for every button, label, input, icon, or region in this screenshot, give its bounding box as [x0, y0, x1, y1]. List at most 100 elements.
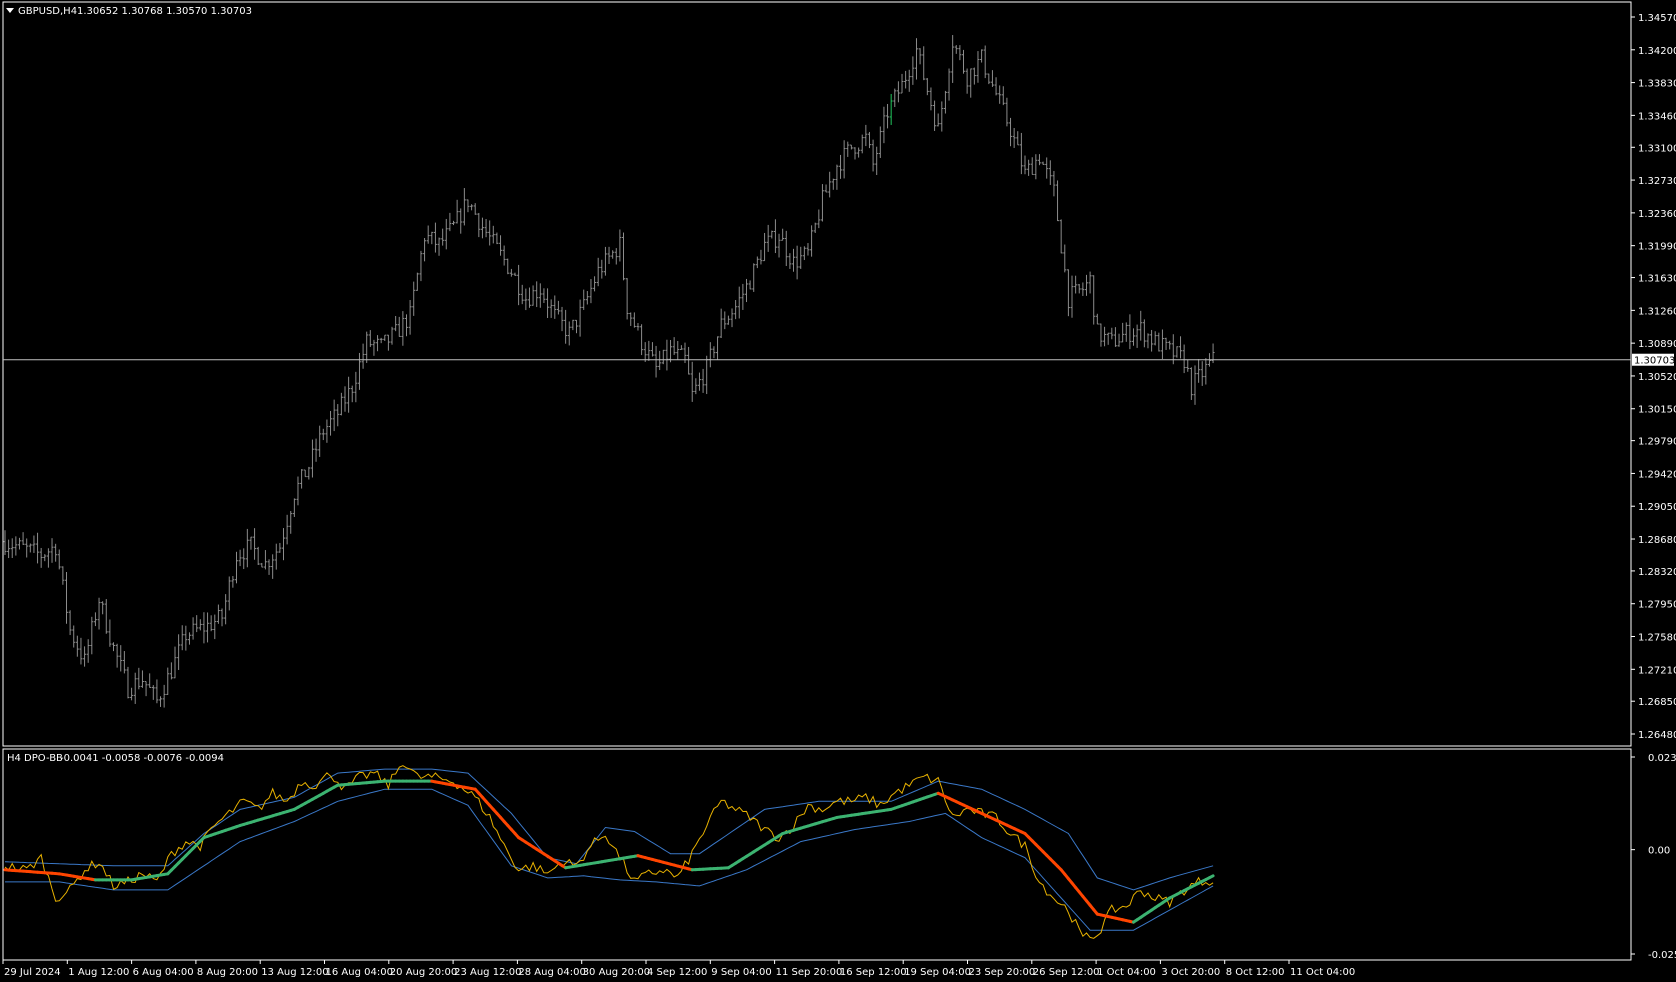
ohlc-bar [68, 610, 72, 636]
ohlc-bar [773, 219, 777, 254]
ohlc-bar [148, 673, 152, 688]
ohlc-bar [61, 566, 65, 585]
ohlc-bar [687, 346, 691, 375]
ohlc-bar [1197, 359, 1201, 383]
ohlc-bar [484, 218, 488, 238]
ohlc-bar [184, 625, 188, 651]
ohlc-bar [527, 287, 531, 308]
time-axis[interactable]: 29 Jul 2024 1 Aug 12:00 6 Aug 04:00 8 Aug 2… [2, 960, 1355, 978]
ohlc-bar [1117, 333, 1121, 347]
ohlc-bar [661, 349, 665, 365]
ohlc-bar [524, 288, 528, 311]
ohlc-bar [452, 220, 456, 226]
ohlc-bar [983, 45, 987, 79]
dropdown-triangle-icon[interactable] [6, 8, 14, 13]
ohlc-bar [202, 612, 206, 644]
ohlc-bar [1164, 337, 1168, 350]
indicator-scale[interactable]: 0.023 0.00 -0.0259 [1631, 753, 1676, 961]
ohlc-bar [433, 222, 437, 253]
ohlc-bar [857, 147, 861, 158]
ohlc-bar [889, 93, 893, 125]
ohlc-bar [517, 264, 521, 306]
time-tick-label: 26 Sep 12:00 [1033, 967, 1100, 978]
ohlc-bar [614, 248, 618, 265]
ohlc-bar [730, 308, 734, 328]
ohlc-bar [1139, 310, 1143, 341]
ohlc-bar [263, 550, 267, 570]
ohlc-bar [187, 632, 191, 645]
ohlc-bar [1088, 271, 1092, 294]
ohlc-bar [177, 634, 181, 670]
ohlc-bar [488, 220, 492, 246]
ohlc-bar [386, 334, 390, 351]
ohlc-bar [831, 178, 835, 190]
ohlc-bar [64, 571, 68, 624]
ohlc-bar [151, 685, 155, 700]
price-tick-label: 1.30520 [1638, 372, 1676, 383]
ohlc-bar [1135, 324, 1139, 348]
ohlc-bar [962, 49, 966, 74]
ohlc-bar [415, 272, 419, 291]
ohlc-bar [954, 45, 958, 54]
ohlc-bar [1001, 86, 1005, 106]
price-tick-label: 1.27580 [1638, 633, 1676, 644]
ohlc-bar [404, 314, 408, 337]
ohlc-bar [314, 438, 318, 462]
ohlc-bar [1063, 244, 1067, 273]
ohlc-bar [104, 599, 108, 634]
ohlc-bar [347, 376, 351, 413]
ohlc-bar [1059, 219, 1063, 254]
ohlc-bar [1168, 340, 1172, 350]
ohlc-bar [372, 339, 376, 356]
ohlc-bar [234, 551, 238, 584]
ohlc-bar [54, 543, 58, 562]
ohlc-bar [437, 237, 441, 256]
ohlc-bar [940, 101, 944, 132]
ohlc-bar [1037, 154, 1041, 166]
ohlc-bar [896, 81, 900, 103]
ohlc-bar [242, 548, 246, 570]
ohlc-bar [596, 257, 600, 287]
time-tick-label: 1 Aug 12:00 [68, 967, 129, 978]
ohlc-bar [781, 228, 785, 241]
ohlc-bar [209, 615, 213, 632]
ohlc-bar [412, 281, 416, 316]
ohlc-bar [752, 263, 756, 292]
ohlc-bar [911, 56, 915, 85]
ohlc-bar [126, 666, 130, 699]
ohlc-bar [162, 684, 166, 708]
price-tick-label: 1.30890 [1638, 339, 1676, 350]
ohlc-bar [376, 335, 380, 352]
ohlc-bar [795, 245, 799, 280]
ohlc-bar [39, 547, 43, 568]
ohlc-bar [191, 617, 195, 640]
ohlc-bar [712, 346, 716, 359]
indicator-tick-label: -0.0259 [1648, 950, 1676, 961]
ohlc-bar [419, 250, 423, 282]
time-tick-label: 28 Aug 04:00 [518, 967, 585, 978]
ohlc-bar [777, 233, 781, 258]
ohlc-bar [159, 696, 163, 707]
ohlc-bar [455, 199, 459, 224]
ohlc-bar [216, 604, 220, 624]
ohlc-bar [564, 309, 568, 344]
ohlc-bar [166, 667, 170, 695]
trading-chart[interactable]: 1.34570 1.34200 1.33830 1.33460 1.33100 1.327… [0, 0, 1676, 982]
ohlc-bar [271, 554, 275, 579]
ohlc-bar [1023, 155, 1027, 175]
ohlc-bar [361, 343, 365, 369]
ohlc-bar [1103, 326, 1107, 347]
price-tick-label: 1.31260 [1638, 306, 1676, 317]
ohlc-bar [980, 49, 984, 63]
ohlc-bar [296, 476, 300, 506]
price-tick-label: 1.28680 [1638, 535, 1676, 546]
ohlc-bar [1121, 322, 1125, 343]
ohlc-bar [292, 498, 296, 517]
ohlc-bar [585, 291, 589, 305]
ohlc-bar [72, 625, 76, 648]
ohlc-bar [734, 299, 738, 320]
ohlc-bar [820, 184, 824, 222]
ohlc-bar [990, 70, 994, 87]
ohlc-bar [904, 70, 908, 89]
main-price-scale[interactable]: 1.34570 1.34200 1.33830 1.33460 1.33100 1.327… [1631, 13, 1676, 741]
